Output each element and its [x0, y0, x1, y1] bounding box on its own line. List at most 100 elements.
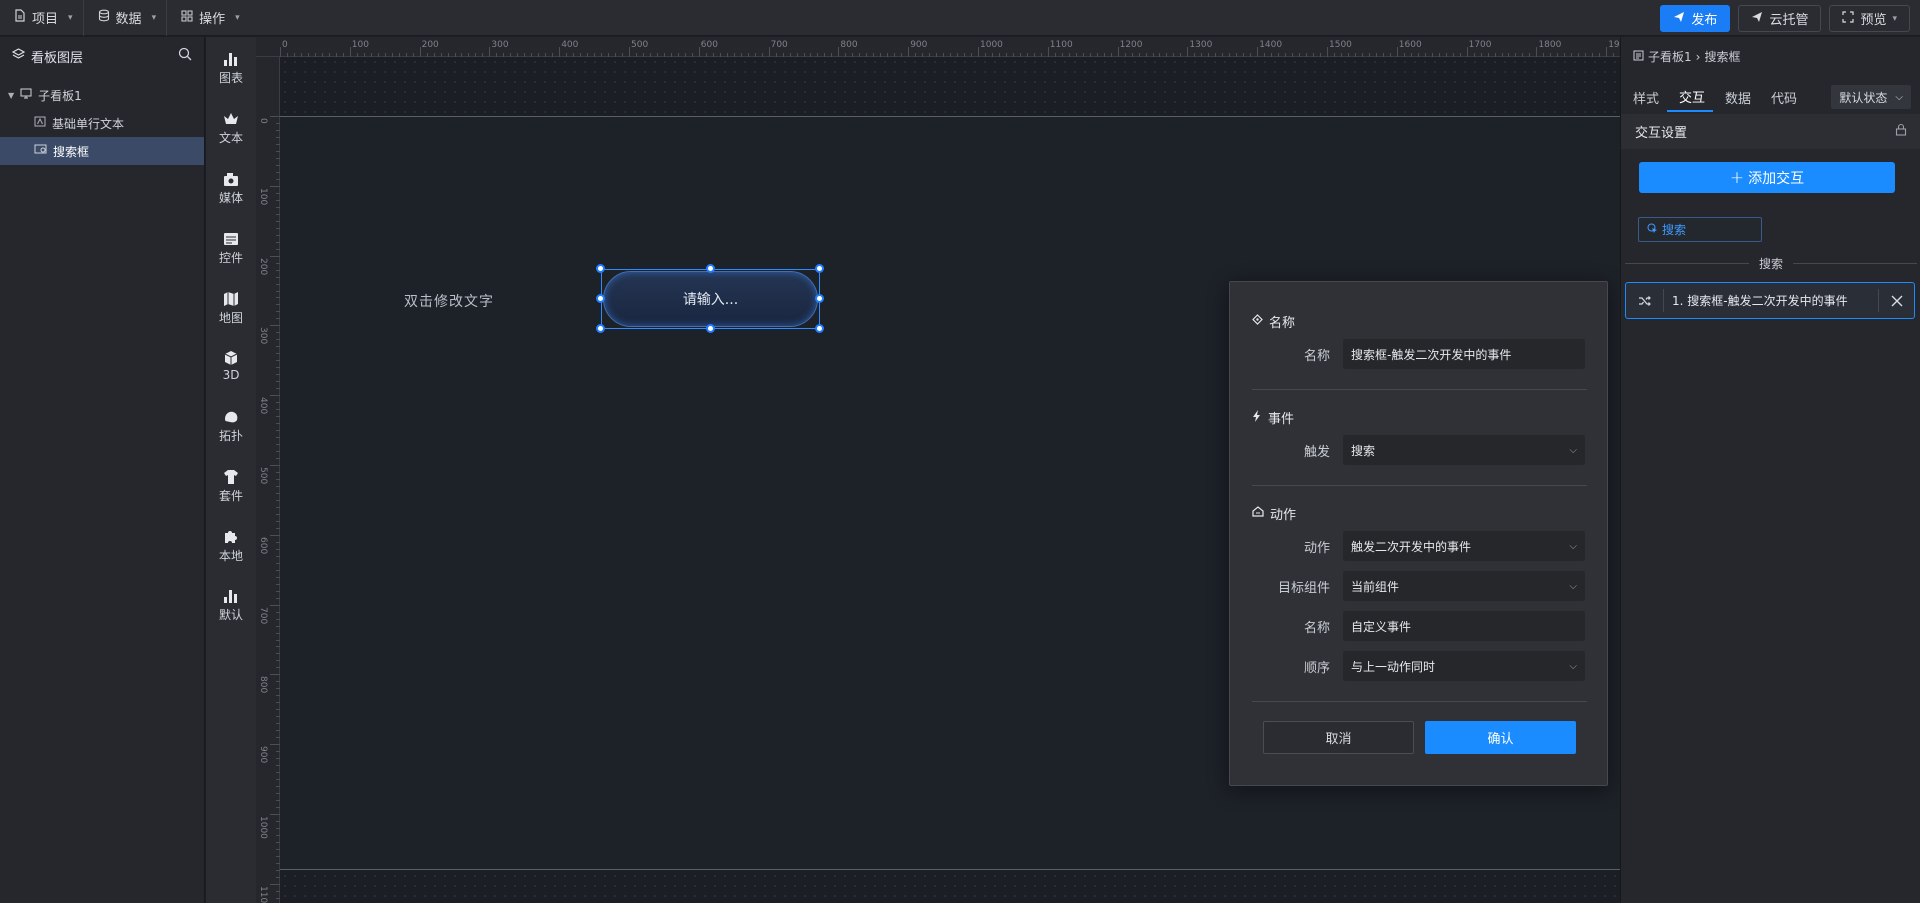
ruler-tick [270, 395, 280, 397]
resize-handle[interactable] [596, 264, 605, 273]
ruler-vertical[interactable]: 0 100 200 300 400 500 600 700 800 900 1000 1100 [256, 57, 280, 903]
comp-kit[interactable]: 套件 [206, 467, 256, 504]
resize-handle[interactable] [706, 264, 715, 273]
chevron-down-icon: ▾ [68, 12, 73, 23]
ruler-tick-label: 0 [258, 118, 268, 124]
tab-code[interactable]: 代码 [1759, 82, 1805, 112]
resize-handle[interactable] [596, 324, 605, 333]
ruler-tick [489, 47, 491, 57]
resize-handle[interactable] [815, 294, 824, 303]
breadcrumb: 子看板1 › 搜索框 [1633, 48, 1740, 65]
state-select[interactable]: 默认状态 ⌵ [1831, 85, 1911, 109]
order-label: 顺序 [1303, 661, 1330, 676]
ruler-tick [270, 604, 280, 606]
cloud-host-button[interactable]: 云托管 [1738, 5, 1822, 32]
trigger-chip-search[interactable]: 搜索 [1638, 217, 1762, 242]
resize-handle[interactable] [596, 294, 605, 303]
publish-button[interactable]: 发布 [1660, 5, 1731, 32]
comp-media[interactable]: 媒体 [206, 169, 256, 206]
action-name-field[interactable]: 自定义事件 [1343, 611, 1585, 641]
cancel-button[interactable]: 取消 [1263, 721, 1414, 754]
breadcrumb-separator: › [1695, 49, 1701, 64]
comp-text[interactable]: 文本 [206, 109, 256, 146]
ruler-tick-label: 0 [282, 40, 288, 50]
tab-interaction[interactable]: 交互 [1667, 82, 1714, 112]
kit-icon [221, 467, 241, 487]
name-field[interactable]: 搜索框-触发二次开发中的事件 [1343, 339, 1585, 369]
comp-chart[interactable]: 图表 [206, 49, 256, 86]
comp-default[interactable]: 默认 [206, 586, 256, 623]
canvas-text-widget[interactable]: 双击修改文字 [404, 291, 494, 311]
order-select[interactable]: 与上一动作同时 ⌵ [1343, 651, 1585, 681]
media-icon [221, 169, 241, 189]
action-select[interactable]: 触发二次开发中的事件 ⌵ [1343, 531, 1585, 561]
comp-label: 图表 [218, 71, 243, 85]
comp-label: 3D [222, 368, 240, 382]
ruler-tick [280, 47, 281, 57]
ruler-tick [1327, 47, 1328, 57]
text-icon [221, 109, 241, 129]
target-select[interactable]: 当前组件 ⌵ [1343, 571, 1585, 601]
menu-project[interactable]: 项目 ▾ [0, 0, 84, 36]
divider [1793, 263, 1918, 264]
cloud-host-label: 云托管 [1769, 13, 1809, 28]
close-icon[interactable] [1878, 289, 1914, 312]
ruler-tick-label: 400 [258, 397, 268, 415]
menu-operation[interactable]: 操作 ▾ [167, 0, 250, 36]
ruler-tick [908, 47, 910, 57]
tab-data[interactable]: 数据 [1713, 82, 1759, 112]
comp-label: 媒体 [218, 191, 243, 205]
ruler-tick-label: 400 [561, 40, 579, 50]
resize-handle[interactable] [706, 324, 715, 333]
confirm-button[interactable]: 确认 [1425, 721, 1576, 754]
ruler-tick-label: 600 [700, 40, 718, 50]
comp-local[interactable]: 本地 [206, 527, 256, 564]
comp-control[interactable]: 控件 [206, 229, 256, 266]
ruler-tick [1536, 47, 1538, 57]
section-event-label: 事件 [1268, 412, 1295, 427]
ruler-tick-label: 300 [491, 40, 509, 50]
divider [1252, 701, 1587, 702]
ruler-tick-label: 700 [770, 40, 788, 50]
target-value: 当前组件 [1351, 579, 1400, 594]
puzzle-icon [221, 527, 241, 547]
search-icon[interactable] [178, 47, 192, 65]
ruler-tick-label: 1400 [1259, 40, 1283, 50]
layer-item-searchbox[interactable]: 搜索框 [0, 137, 204, 165]
resize-handle[interactable] [815, 264, 824, 273]
menu-data[interactable]: 数据 ▾ [84, 0, 168, 36]
trigger-select[interactable]: 搜索 ⌵ [1343, 435, 1585, 465]
ruler-tick [270, 185, 280, 187]
properties-panel: 子看板1 › 搜索框 样式 交互 数据 代码 默认状态 ⌵ 交互设置 + 添加交… [1620, 37, 1920, 903]
comp-3d[interactable]: 3D [206, 348, 256, 382]
preview-button[interactable]: 预览 ▾ [1829, 5, 1910, 32]
ruler-tick [838, 47, 840, 57]
ruler-tick [270, 255, 280, 257]
ruler-tick [270, 744, 280, 746]
comp-topology[interactable]: 拓扑 [206, 407, 256, 444]
add-interaction-button[interactable]: + 添加交互 [1639, 162, 1895, 193]
comp-label: 本地 [218, 549, 243, 563]
chevron-down-icon: ⌵ [1569, 660, 1577, 672]
layer-item-board[interactable]: ▼ 子看板1 [0, 81, 204, 109]
ruler-tick-label: 900 [258, 746, 268, 764]
ruler-tick [270, 534, 280, 536]
event-group-label: 搜索 [1759, 257, 1784, 271]
breadcrumb-parent[interactable]: 子看板1 [1648, 48, 1692, 65]
interaction-item[interactable]: 1. 搜索框-触发二次开发中的事件 [1625, 282, 1915, 319]
ruler-tick [1257, 47, 1259, 57]
ruler-tick-label: 1300 [1189, 40, 1213, 50]
preview-label: 预览 [1860, 13, 1887, 28]
layer-item-text[interactable]: 基础单行文本 [0, 109, 204, 137]
lock-icon[interactable] [1895, 123, 1907, 140]
ruler-tick-label: 1200 [1119, 40, 1143, 50]
comp-map[interactable]: 地图 [206, 289, 256, 326]
divider [1252, 485, 1587, 486]
ruler-tick [270, 465, 280, 466]
ruler-horizontal[interactable]: 0 100 200 300 400 500 600 700 800 900 1000 1100 1200… [256, 37, 1620, 57]
ruler-tick-label: 600 [258, 536, 268, 554]
canvas-searchbox-widget[interactable]: 请输入... [603, 271, 818, 327]
resize-handle[interactable] [815, 324, 824, 333]
ruler-tick-label: 1100 [258, 885, 268, 903]
tab-style[interactable]: 样式 [1621, 82, 1667, 112]
